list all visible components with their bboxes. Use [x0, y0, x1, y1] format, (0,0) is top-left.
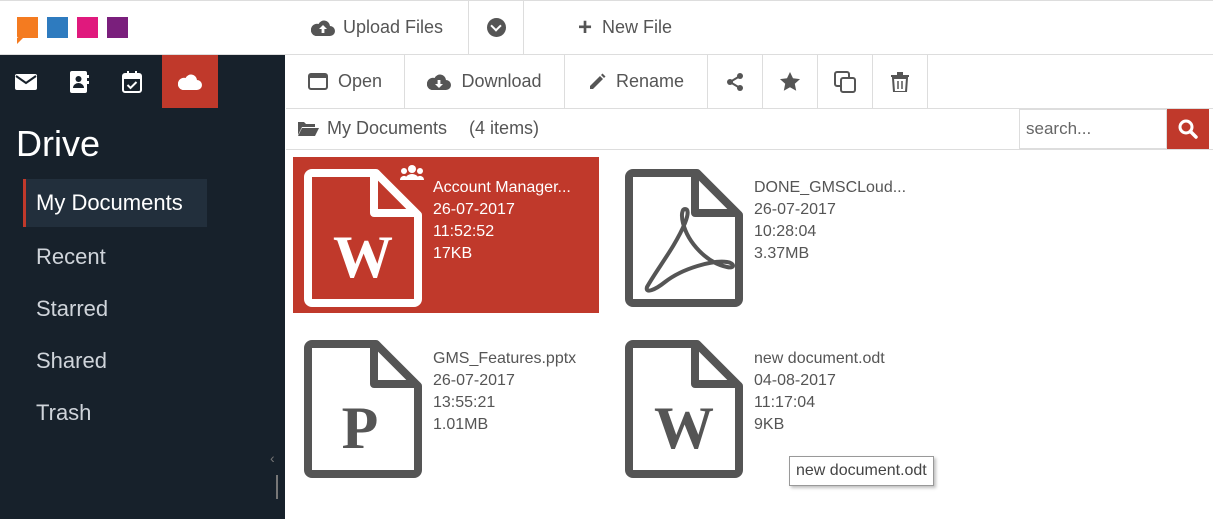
file-size: 17KB: [433, 245, 473, 262]
delete-button[interactable]: [873, 55, 928, 108]
nav-trash[interactable]: Trash: [23, 387, 207, 439]
upload-files-button[interactable]: Upload Files: [286, 1, 468, 54]
word-document-icon: W: [304, 169, 422, 307]
logo-square-blue: [47, 17, 68, 38]
shared-users-icon: [400, 165, 424, 180]
collapse-sidebar-icon[interactable]: ‹: [270, 450, 275, 466]
new-file-button[interactable]: + New File: [578, 1, 672, 54]
file-meta: DONE_GMSCLoud... 26-07-2017 10:28:04 3.3…: [754, 177, 909, 265]
nav-shared[interactable]: Shared: [23, 335, 207, 387]
svg-text:W: W: [654, 395, 714, 461]
file-name: GMS_Features.pptx: [433, 350, 577, 367]
breadcrumb: My Documents (4 items): [297, 118, 539, 139]
file-date: 26-07-2017: [754, 201, 836, 218]
search-icon: [1178, 119, 1198, 139]
svg-text:P: P: [342, 395, 379, 461]
file-name-tooltip: new document.odt: [789, 456, 934, 486]
search-input[interactable]: [1019, 109, 1167, 149]
copy-button[interactable]: [818, 55, 873, 108]
file-date: 26-07-2017: [433, 201, 515, 218]
drive-nav: My Documents Recent Starred Shared Trash: [23, 179, 207, 439]
file-tile[interactable]: DONE_GMSCLoud... 26-07-2017 10:28:04 3.3…: [614, 157, 920, 313]
envelope-icon: [15, 73, 37, 90]
logo-square-pink: [77, 17, 98, 38]
logo-square-orange: [17, 17, 38, 44]
logo-square-purple: [107, 17, 128, 38]
folder-open-icon: [298, 122, 319, 136]
rename-button[interactable]: Rename: [565, 55, 708, 108]
file-size: 1.01MB: [433, 416, 489, 433]
share-icon: [727, 72, 743, 91]
file-meta: Account Manager... 26-07-2017 11:52:52 1…: [433, 177, 588, 265]
file-time: 10:28:04: [754, 223, 817, 240]
cloud-download-icon: [427, 74, 452, 90]
trash-icon: [891, 71, 909, 92]
file-date: 26-07-2017: [433, 372, 515, 389]
item-count: (4 items): [469, 118, 540, 138]
download-label: Download: [461, 71, 542, 91]
drive-title: Drive: [16, 123, 101, 164]
cloud-icon: [178, 74, 202, 90]
address-book-icon: [70, 70, 89, 93]
app-contacts[interactable]: [53, 55, 105, 108]
rename-label: Rename: [615, 71, 685, 91]
file-time: 11:17:04: [754, 394, 816, 411]
file-tile[interactable]: P GMS_Features.pptx 26-07-2017 13:55:21 …: [293, 328, 599, 484]
top-bar: Upload Files + New File: [0, 0, 1213, 55]
sidebar: Drive My Documents Recent Starred Shared…: [0, 55, 285, 519]
star-icon: [780, 72, 800, 91]
open-label: Open: [337, 71, 383, 91]
pdf-document-icon: [625, 169, 743, 307]
file-date: 04-08-2017: [754, 372, 836, 389]
word-document-icon: W: [625, 340, 743, 478]
nav-starred[interactable]: Starred: [23, 283, 207, 335]
file-size: 9KB: [754, 416, 785, 433]
chevron-down-icon: [486, 18, 506, 37]
download-button[interactable]: Download: [405, 55, 565, 108]
window-icon: [307, 73, 328, 90]
search-button[interactable]: [1167, 109, 1209, 149]
file-time: 13:55:21: [433, 394, 496, 411]
path-bar: My Documents (4 items): [286, 109, 1213, 150]
open-button[interactable]: Open: [286, 55, 405, 108]
share-button[interactable]: [708, 55, 763, 108]
current-folder[interactable]: My Documents: [327, 118, 447, 139]
app-calendar[interactable]: [106, 55, 158, 108]
app-drive[interactable]: [162, 55, 218, 108]
app-switcher: [0, 55, 285, 108]
cloud-upload-icon: [310, 20, 335, 36]
calendar-check-icon: [122, 70, 142, 93]
svg-text:W: W: [333, 224, 393, 290]
file-meta: new document.odt 04-08-2017 11:17:04 9KB: [754, 348, 909, 436]
nav-recent[interactable]: Recent: [23, 231, 207, 283]
file-name: new document.odt: [754, 350, 885, 367]
plus-icon: +: [578, 13, 593, 41]
file-meta: GMS_Features.pptx 26-07-2017 13:55:21 1.…: [433, 348, 588, 436]
file-size: 3.37MB: [754, 245, 810, 262]
file-tile[interactable]: W Account Manager... 26-07-2017 11:52:52…: [293, 157, 599, 313]
copy-icon: [834, 70, 856, 93]
upload-files-label: Upload Files: [342, 17, 444, 37]
star-button[interactable]: [763, 55, 818, 108]
file-name: DONE_GMSCLoud...: [754, 179, 907, 196]
new-file-label: New File: [602, 17, 673, 37]
upload-dropdown-button[interactable]: [468, 1, 524, 54]
app-logo[interactable]: [17, 17, 128, 44]
app-mail[interactable]: [0, 55, 52, 108]
pencil-icon: [589, 73, 606, 89]
file-actions-toolbar: Open Download Rename: [286, 55, 1213, 109]
file-time: 11:52:52: [433, 223, 495, 240]
file-name: Account Manager...: [433, 179, 571, 196]
nav-my-documents[interactable]: My Documents: [23, 179, 207, 227]
sidebar-resize-handle[interactable]: [276, 475, 278, 499]
powerpoint-document-icon: P: [304, 340, 422, 478]
